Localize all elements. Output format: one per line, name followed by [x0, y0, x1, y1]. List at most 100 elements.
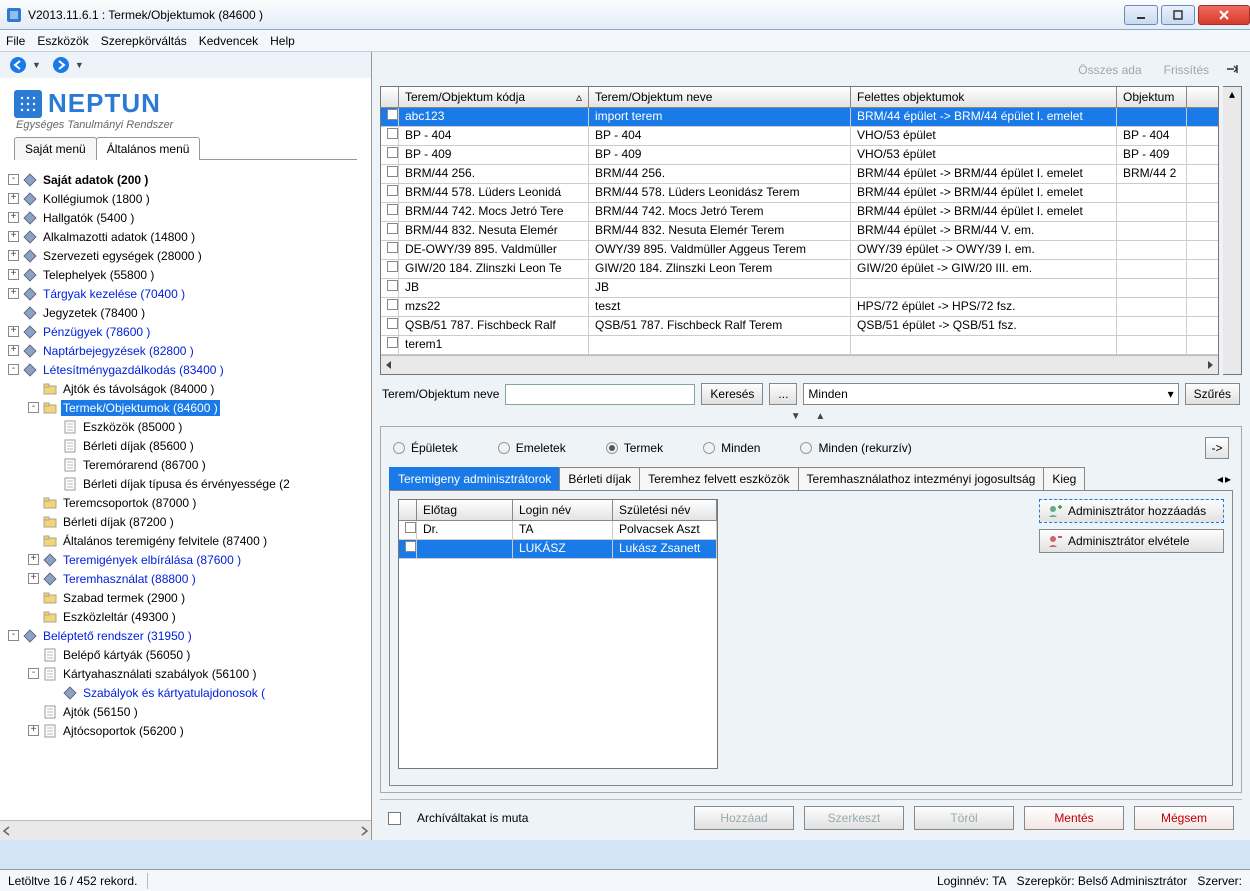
radio-floors[interactable]: Emeletek: [498, 441, 566, 455]
cancel-button[interactable]: Mégsem: [1134, 806, 1234, 830]
expander-icon[interactable]: -: [8, 364, 19, 375]
expander-icon[interactable]: +: [28, 573, 39, 584]
expander-icon[interactable]: +: [8, 269, 19, 280]
show-archived-checkbox[interactable]: [388, 812, 401, 825]
row-checkbox[interactable]: [381, 260, 399, 278]
minimize-button[interactable]: [1124, 5, 1158, 25]
tab-general-menu[interactable]: Általános menü: [96, 137, 201, 160]
row-checkbox[interactable]: [381, 184, 399, 202]
table-row[interactable]: BRM/44 578. Lüders LeonidáBRM/44 578. Lü…: [381, 184, 1218, 203]
table-row[interactable]: QSB/51 787. Fischbeck Ralf QSB/51 787. F…: [381, 317, 1218, 336]
admin-col-header[interactable]: Login név: [513, 500, 613, 520]
row-checkbox[interactable]: [381, 279, 399, 297]
row-checkbox[interactable]: [381, 241, 399, 259]
row-checkbox[interactable]: [381, 108, 399, 126]
filter-input[interactable]: [505, 384, 695, 405]
expander-icon[interactable]: [48, 687, 59, 698]
expander-icon[interactable]: [28, 706, 39, 717]
filter-more-button[interactable]: ...: [769, 383, 797, 405]
subtab-permissions[interactable]: Teremhasználathoz intezményi jogosultság: [798, 467, 1045, 490]
expander-icon[interactable]: +: [8, 288, 19, 299]
expander-icon[interactable]: +: [8, 250, 19, 261]
remove-admin-button[interactable]: Adminisztrátor elvétele: [1039, 529, 1224, 553]
admin-col-header[interactable]: Születési név: [613, 500, 717, 520]
tree-node[interactable]: Bérleti díjak típusa és érvényessége (2: [0, 474, 371, 493]
expander-icon[interactable]: [28, 516, 39, 527]
admin-grid-header[interactable]: ElőtagLogin névSzületési név: [399, 500, 717, 521]
table-row[interactable]: JBJB: [381, 279, 1218, 298]
expander-icon[interactable]: +: [8, 193, 19, 204]
filter-dropdown[interactable]: Minden ▾: [803, 383, 1178, 405]
subtab-rent[interactable]: Bérleti díjak: [559, 467, 640, 490]
tree-node[interactable]: +Naptárbejegyzések (82800 ): [0, 341, 371, 360]
tree-node[interactable]: +Telephelyek (55800 ): [0, 265, 371, 284]
menu-help[interactable]: Help: [270, 34, 295, 48]
grid-col-header[interactable]: Objektum: [1117, 87, 1187, 107]
admin-row[interactable]: LUKÁSZLukász Zsanett: [399, 540, 717, 559]
row-checkbox[interactable]: [381, 336, 399, 354]
tree-node[interactable]: Ajtók és távolságok (84000 ): [0, 379, 371, 398]
table-row[interactable]: DE-OWY/39 895. Valdmüller OWY/39 895. Va…: [381, 241, 1218, 260]
table-row[interactable]: BP - 409BP - 409VHO/53 épületBP - 409: [381, 146, 1218, 165]
tree-node[interactable]: -Saját adatok (200 ): [0, 170, 371, 189]
tree-node[interactable]: Ajtók (56150 ): [0, 702, 371, 721]
back-dropdown[interactable]: ▼: [32, 60, 41, 70]
admin-col-header[interactable]: Előtag: [417, 500, 513, 520]
expander-icon[interactable]: -: [8, 630, 19, 641]
tree-node[interactable]: -Kártyahasználati szabályok (56100 ): [0, 664, 371, 683]
back-button[interactable]: [8, 55, 28, 75]
tree-node[interactable]: +Tárgyak kezelése (70400 ): [0, 284, 371, 303]
delete-button[interactable]: Töröl: [914, 806, 1014, 830]
tree-node[interactable]: Teremcsoportok (87000 ): [0, 493, 371, 512]
expander-icon[interactable]: +: [8, 326, 19, 337]
table-row[interactable]: BP - 404BP - 404VHO/53 épületBP - 404: [381, 127, 1218, 146]
expander-icon[interactable]: +: [28, 554, 39, 565]
table-row[interactable]: GIW/20 184. Zlinszki Leon TeGIW/20 184. …: [381, 260, 1218, 279]
tree-node[interactable]: Szabályok és kártyatulajdonosok (: [0, 683, 371, 702]
expander-icon[interactable]: [28, 611, 39, 622]
tree-node[interactable]: -Létesítménygazdálkodás (83400 ): [0, 360, 371, 379]
nav-tree[interactable]: -Saját adatok (200 )+Kollégiumok (1800 )…: [0, 164, 371, 820]
expander-icon[interactable]: [28, 535, 39, 546]
row-checkbox[interactable]: [381, 298, 399, 316]
add-admin-button[interactable]: Adminisztrátor hozzáadás: [1039, 499, 1224, 523]
grid-hscroll[interactable]: [381, 355, 1218, 374]
menu-roleswitch[interactable]: Szerepkörváltás: [101, 34, 187, 48]
menu-file[interactable]: File: [6, 34, 25, 48]
tree-node[interactable]: +Kollégiumok (1800 ): [0, 189, 371, 208]
admin-row-checkbox[interactable]: [399, 540, 417, 558]
search-button[interactable]: Keresés: [701, 383, 763, 405]
tree-node[interactable]: +Teremigények elbírálása (87600 ): [0, 550, 371, 569]
expander-icon[interactable]: [48, 440, 59, 451]
filter-apply-button[interactable]: Szűrés: [1185, 383, 1240, 405]
menu-favorites[interactable]: Kedvencek: [199, 34, 258, 48]
expander-icon[interactable]: +: [8, 231, 19, 242]
subtab-scroll-right-icon[interactable]: ▸: [1225, 472, 1231, 486]
radio-rooms[interactable]: Termek: [606, 441, 663, 455]
tree-node[interactable]: +Ajtócsoportok (56200 ): [0, 721, 371, 740]
subtab-extra[interactable]: Kieg: [1043, 467, 1085, 490]
table-row[interactable]: terem1: [381, 336, 1218, 355]
tree-node[interactable]: Bérleti díjak (87200 ): [0, 512, 371, 531]
radio-all[interactable]: Minden: [703, 441, 760, 455]
tree-node[interactable]: +Hallgatók (5400 ): [0, 208, 371, 227]
tree-node[interactable]: Belépő kártyák (56050 ): [0, 645, 371, 664]
tree-node[interactable]: Bérleti díjak (85600 ): [0, 436, 371, 455]
radio-all-recursive[interactable]: Minden (rekurzív): [800, 441, 911, 455]
table-row[interactable]: mzs22tesztHPS/72 épület -> HPS/72 fsz.: [381, 298, 1218, 317]
row-checkbox[interactable]: [381, 317, 399, 335]
tree-node[interactable]: Jegyzetek (78400 ): [0, 303, 371, 322]
expander-icon[interactable]: +: [8, 345, 19, 356]
all-data-button[interactable]: Összes ada: [1071, 60, 1148, 80]
table-row[interactable]: BRM/44 256.BRM/44 256.BRM/44 épület -> B…: [381, 165, 1218, 184]
expander-icon[interactable]: -: [28, 402, 39, 413]
row-checkbox[interactable]: [381, 127, 399, 145]
edit-button[interactable]: Szerkeszt: [804, 806, 904, 830]
expander-icon[interactable]: -: [8, 174, 19, 185]
expander-icon[interactable]: [48, 421, 59, 432]
tree-node[interactable]: Teremórarend (86700 ): [0, 455, 371, 474]
row-checkbox[interactable]: [381, 165, 399, 183]
subtab-tools[interactable]: Teremhez felvett eszközök: [639, 467, 798, 490]
grid-header[interactable]: Terem/Objektum kódja▵Terem/Objektum neve…: [381, 87, 1218, 108]
row-checkbox[interactable]: [381, 222, 399, 240]
